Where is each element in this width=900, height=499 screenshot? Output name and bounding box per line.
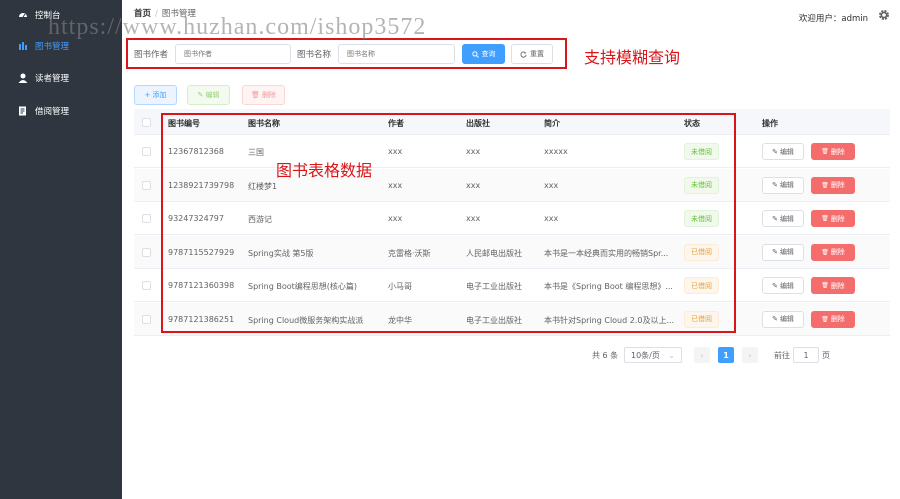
goto-label: 前往	[774, 351, 790, 360]
breadcrumb-current: 图书管理	[161, 9, 196, 19]
search-icon	[471, 50, 479, 58]
row-edit-label: 编辑	[779, 214, 794, 223]
row-checkbox[interactable]	[142, 214, 151, 223]
batch-edit-button[interactable]: ✎ 编辑	[187, 85, 230, 105]
add-button[interactable]: + 添加	[134, 85, 177, 105]
sidebar-item-readers[interactable]: 读者管理	[0, 63, 122, 93]
reset-button-label: 重置	[530, 50, 544, 58]
table-highlight-box	[161, 113, 736, 333]
author-input[interactable]	[175, 44, 291, 64]
row-delete-label: 删除	[830, 281, 845, 290]
trash-icon: 🗑	[251, 91, 260, 99]
edit-icon: ✎	[197, 91, 204, 99]
sidebar-item-label: 控制台	[35, 11, 61, 21]
row-edit-button[interactable]: ✎ 编辑	[762, 176, 804, 194]
gear-icon[interactable]	[878, 9, 890, 21]
trash-icon: 🗑	[821, 148, 829, 155]
row-edit-label: 编辑	[779, 248, 794, 256]
book-icon	[19, 42, 27, 50]
sidebar-item-label: 借阅管理	[35, 107, 70, 117]
header: 首页 / 图书管理 欢迎用户：admin	[122, 0, 900, 32]
edit-icon: ✎	[772, 281, 778, 290]
main-content: 首页 /图书管理 欢迎用户：admin 图书作者 图书名称 查询 重置 支持模糊查…	[122, 0, 900, 499]
trash-icon: 🗑	[821, 215, 829, 222]
breadcrumb-separator: /	[155, 9, 158, 19]
edit-icon: ✎	[772, 315, 778, 323]
edit-icon: ✎	[772, 181, 778, 189]
col-actions: 操作	[762, 119, 778, 128]
row-edit-label: 编辑	[779, 281, 794, 290]
row-delete-button[interactable]: 🗑 删除	[811, 143, 855, 160]
row-edit-button[interactable]: ✎ 编辑	[762, 243, 804, 261]
breadcrumb-home[interactable]: 首页	[134, 9, 151, 19]
reset-button[interactable]: 重置	[511, 44, 553, 64]
refresh-icon	[520, 50, 527, 58]
total-count: 共 6 条	[592, 351, 619, 360]
table-annotation: 图书表格数据	[276, 161, 373, 180]
row-edit-label: 编辑	[779, 315, 794, 323]
row-delete-button[interactable]: 🗑 删除	[811, 310, 855, 328]
row-delete-button[interactable]: 🗑 删除	[811, 277, 855, 294]
row-edit-label: 编辑	[779, 181, 794, 189]
search-button-label: 查询	[481, 50, 496, 58]
name-label: 图书名称	[297, 50, 332, 60]
chevron-right-icon: ›	[748, 350, 752, 360]
batch-delete-button[interactable]: 🗑 删除	[242, 85, 285, 105]
sidebar-item-books[interactable]: 图书管理	[0, 31, 122, 61]
row-delete-button[interactable]: 🗑 删除	[811, 210, 855, 227]
edit-icon: ✎	[772, 147, 778, 156]
row-delete-label: 删除	[830, 214, 845, 223]
sidebar-item-dashboard[interactable]: 控制台	[0, 0, 122, 30]
row-edit-button[interactable]: ✎ 编辑	[762, 277, 804, 294]
trash-icon: 🗑	[821, 282, 829, 289]
chevron-down-icon: ⌄	[668, 350, 675, 360]
page-number-current[interactable]: 1	[718, 347, 734, 363]
batch-delete-label: 删除	[261, 91, 276, 99]
batch-edit-label: 编辑	[205, 91, 220, 99]
trash-icon: 🗑	[821, 248, 829, 256]
user-icon	[18, 73, 28, 83]
borrow-icon	[19, 106, 26, 116]
breadcrumb: 首页 / 图书管理	[134, 7, 196, 19]
select-all-checkbox[interactable]	[142, 118, 151, 127]
search-button[interactable]: 查询	[462, 44, 505, 64]
trash-icon: 🗑	[821, 315, 829, 323]
row-delete-label: 删除	[830, 315, 845, 323]
row-delete-label: 删除	[830, 248, 845, 256]
edit-icon: ✎	[772, 248, 778, 256]
sidebar-item-borrow[interactable]: 借阅管理	[0, 96, 122, 126]
sidebar-item-label: 读者管理	[35, 74, 70, 84]
name-input[interactable]	[338, 44, 455, 64]
next-page-button[interactable]: ›	[742, 347, 758, 363]
row-edit-button[interactable]: ✎ 编辑	[762, 210, 804, 227]
search-annotation: 支持模糊查询	[584, 48, 681, 67]
sidebar: 控制台 图书管理 读者管理 借阅管理	[0, 0, 122, 499]
row-delete-label: 删除	[830, 181, 845, 189]
trash-icon: 🗑	[821, 181, 829, 189]
row-delete-label: 删除	[830, 147, 845, 156]
page-size-select[interactable]: 10条/页 ⌄	[624, 347, 682, 363]
row-edit-button[interactable]: ✎ 编辑	[762, 143, 804, 160]
author-label: 图书作者	[134, 50, 169, 60]
chevron-left-icon: ‹	[700, 350, 704, 360]
welcome-text: 欢迎用户：admin	[798, 14, 868, 24]
row-edit-button[interactable]: ✎ 编辑	[762, 310, 804, 328]
dashboard-icon	[19, 13, 27, 18]
goto-page-input[interactable]: 1	[793, 347, 819, 363]
prev-page-button[interactable]: ‹	[694, 347, 710, 363]
row-checkbox[interactable]	[142, 247, 151, 257]
edit-icon: ✎	[772, 214, 778, 223]
row-delete-button[interactable]: 🗑 删除	[811, 243, 855, 261]
sidebar-item-label: 图书管理	[35, 42, 70, 52]
row-checkbox[interactable]	[142, 180, 151, 190]
row-delete-button[interactable]: 🗑 删除	[811, 176, 855, 194]
row-checkbox[interactable]	[142, 314, 151, 324]
row-checkbox[interactable]	[142, 147, 151, 156]
row-checkbox[interactable]	[142, 281, 151, 290]
page-size-value: 10条/页	[631, 350, 660, 360]
row-edit-label: 编辑	[779, 147, 794, 156]
page-suffix: 页	[822, 351, 830, 360]
